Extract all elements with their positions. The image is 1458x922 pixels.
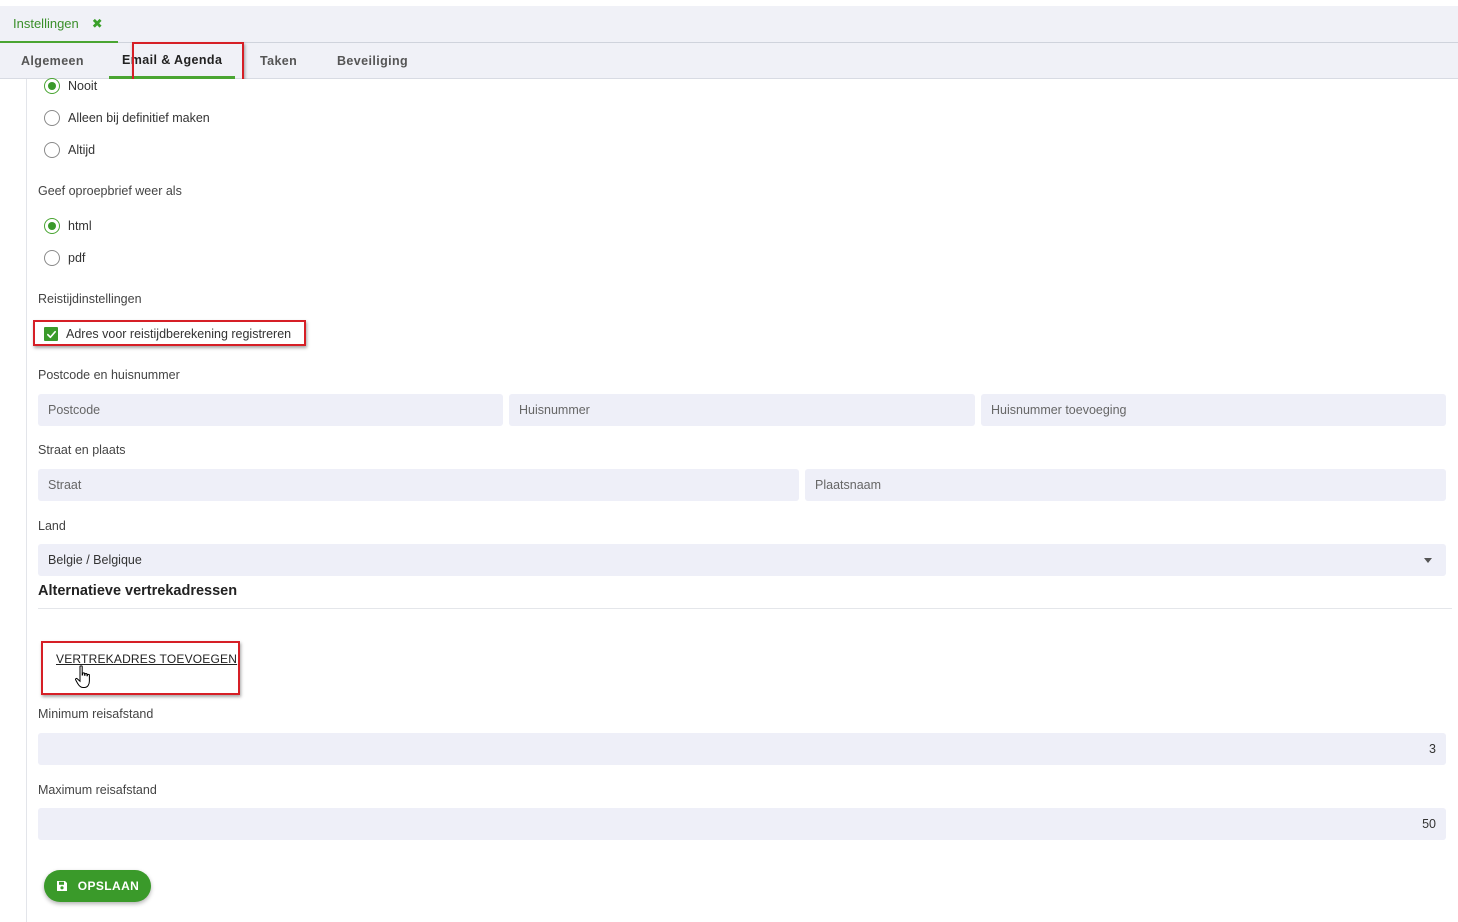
- street-label: Straat en plaats: [38, 443, 126, 457]
- checkmark-icon: [44, 327, 58, 341]
- radio-pdf[interactable]: pdf: [44, 248, 85, 268]
- min-distance-label: Minimum reisafstand: [38, 707, 154, 721]
- checkbox-label: Adres voor reistijdberekening registrere…: [66, 327, 292, 341]
- tab-instellingen[interactable]: Instellingen ✖: [0, 6, 118, 43]
- tab-taken[interactable]: Taken: [260, 43, 297, 79]
- postcode-label: Postcode en huisnummer: [38, 368, 180, 382]
- city-input[interactable]: Plaatsnaam: [805, 469, 1446, 501]
- radio-label: html: [68, 219, 92, 233]
- radio-empty-icon: [44, 110, 60, 126]
- max-distance-input[interactable]: 50: [38, 808, 1446, 840]
- tab-label: Instellingen: [13, 16, 79, 31]
- chevron-down-icon: [1424, 558, 1432, 563]
- radio-empty-icon: [44, 250, 60, 266]
- huisnummer-input[interactable]: Huisnummer: [509, 394, 975, 426]
- postcode-input[interactable]: Postcode: [38, 394, 503, 426]
- max-distance-label: Maximum reisafstand: [38, 783, 157, 797]
- toevoeging-input[interactable]: Huisnummer toevoeging: [981, 394, 1446, 426]
- min-distance-input[interactable]: 3: [38, 733, 1446, 765]
- travel-address-checkbox[interactable]: Adres voor reistijdberekening registrere…: [44, 325, 291, 343]
- radio-selected-icon: [44, 78, 60, 94]
- close-icon[interactable]: ✖: [92, 16, 103, 32]
- radio-label: Nooit: [68, 79, 98, 93]
- radio-label: Alleen bij definitief maken: [68, 111, 210, 125]
- travel-section-label: Reistijdinstellingen: [38, 292, 142, 306]
- tab-beveiliging[interactable]: Beveiliging: [337, 43, 408, 79]
- country-label: Land: [38, 519, 66, 533]
- floppy-disk-icon: [56, 881, 67, 891]
- format-label: Geef oproepbrief weer als: [38, 184, 182, 198]
- document-tabbar: Instellingen ✖: [0, 6, 1458, 43]
- radio-label: pdf: [68, 251, 86, 265]
- country-select[interactable]: Belgie / Belgique: [38, 544, 1446, 576]
- radio-altijd[interactable]: Altijd: [44, 140, 95, 160]
- settings-subtabs: Algemeen Email & Agenda Taken Beveiligin…: [0, 43, 1458, 79]
- radio-label: Altijd: [68, 143, 96, 157]
- alt-addresses-title: Alternatieve vertrekadressen: [38, 583, 238, 599]
- radio-html[interactable]: html: [44, 216, 92, 236]
- save-button[interactable]: OPSLAAN: [44, 870, 151, 902]
- divider: [38, 608, 1452, 609]
- country-value: Belgie / Belgique: [48, 553, 142, 567]
- hand-cursor-icon: [74, 665, 90, 688]
- app-window: Instellingen ✖ Algemeen Email & Agenda T…: [0, 0, 1458, 922]
- street-input[interactable]: Straat: [38, 469, 799, 501]
- radio-alleen-definitief[interactable]: Alleen bij definitief maken: [44, 108, 210, 128]
- save-label: OPSLAAN: [77, 879, 140, 893]
- tab-email-agenda[interactable]: Email & Agenda: [109, 43, 236, 79]
- radio-nooit[interactable]: Nooit: [44, 76, 97, 96]
- tab-algemeen[interactable]: Algemeen: [21, 43, 84, 79]
- radio-selected-icon: [44, 218, 60, 234]
- radio-empty-icon: [44, 142, 60, 158]
